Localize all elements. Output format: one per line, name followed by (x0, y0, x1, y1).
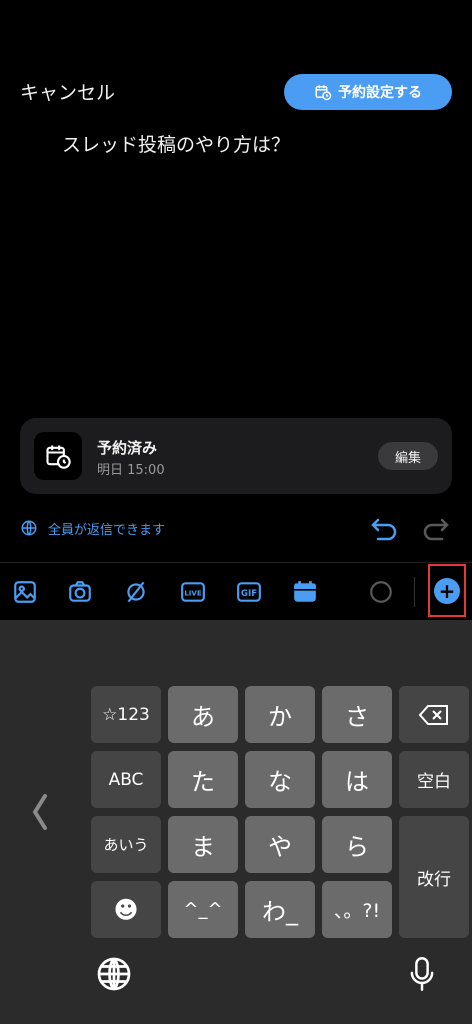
no-sign-icon[interactable] (123, 579, 149, 605)
gif-icon[interactable]: GIF (236, 579, 262, 605)
schedule-button-label: 予約設定する (338, 85, 422, 101)
calendar-icon[interactable] (292, 579, 318, 605)
cancel-button[interactable]: キャンセル (20, 78, 115, 105)
calendar-clock-icon (315, 85, 332, 101)
add-icon[interactable]: + (434, 578, 460, 604)
microphone-icon[interactable] (408, 956, 436, 992)
key-ta[interactable]: た (168, 751, 238, 808)
redo-icon[interactable] (420, 514, 450, 542)
scheduled-title: 予約済み (97, 439, 158, 457)
key-ha[interactable]: は (322, 751, 392, 808)
toolbar-divider (414, 577, 415, 607)
globe-icon[interactable] (96, 956, 132, 992)
reply-setting-label: 全員が返信できます (48, 522, 166, 538)
camera-icon[interactable] (67, 579, 93, 605)
key-symbols[interactable]: ☆123 (91, 686, 161, 743)
live-icon[interactable]: LIVE (180, 579, 206, 605)
key-ma[interactable]: ま (168, 816, 238, 873)
key-return[interactable]: 改行 (399, 816, 469, 938)
edit-button[interactable]: 編集 (378, 442, 438, 470)
scheduled-time: 明日 15:00 (97, 463, 165, 478)
progress-ring-icon (368, 579, 394, 605)
key-na[interactable]: な (245, 751, 315, 808)
image-icon[interactable] (12, 579, 38, 605)
key-punctuation[interactable]: 、。?! (322, 881, 392, 938)
key-delete[interactable] (399, 686, 469, 743)
globe-icon (21, 520, 37, 536)
live-icon-label: LIVE (184, 588, 202, 597)
key-kana[interactable]: あいう (91, 816, 161, 873)
key-ya[interactable]: や (245, 816, 315, 873)
backspace-icon (418, 704, 448, 725)
key-ra[interactable]: ら (322, 816, 392, 873)
emoji-icon[interactable]: ☻ (91, 881, 161, 938)
scheduled-card: 予約済み 明日 15:00 編集 (20, 418, 452, 494)
key-wa[interactable]: わ_ (245, 881, 315, 938)
key-a[interactable]: あ (168, 686, 238, 743)
key-space[interactable]: 空白 (399, 751, 469, 808)
compose-area: キャンセル 予約設定する スレッド投稿のやり方は？ 予約済み 明日 15:00 … (0, 0, 472, 560)
key-ka[interactable]: か (245, 686, 315, 743)
gif-icon-label: GIF (241, 589, 257, 599)
reply-setting[interactable]: 全員が返信できます (20, 516, 165, 540)
japanese-keyboard: ☆123 あ か さ ABC た な は 空白 あいう ま や ら 改行 ☻ ^… (0, 620, 472, 1024)
schedule-button[interactable]: 予約設定する (284, 74, 452, 110)
chevron-left-icon[interactable] (30, 792, 50, 832)
media-toolbar: LIVE GIF (0, 562, 472, 620)
undo-icon[interactable] (370, 514, 400, 542)
key-abc[interactable]: ABC (91, 751, 161, 808)
key-kaomoji[interactable]: ^_^ (168, 881, 238, 938)
key-sa[interactable]: さ (322, 686, 392, 743)
post-text-input[interactable]: スレッド投稿のやり方は？ (62, 130, 290, 157)
calendar-clock-icon (34, 432, 82, 480)
